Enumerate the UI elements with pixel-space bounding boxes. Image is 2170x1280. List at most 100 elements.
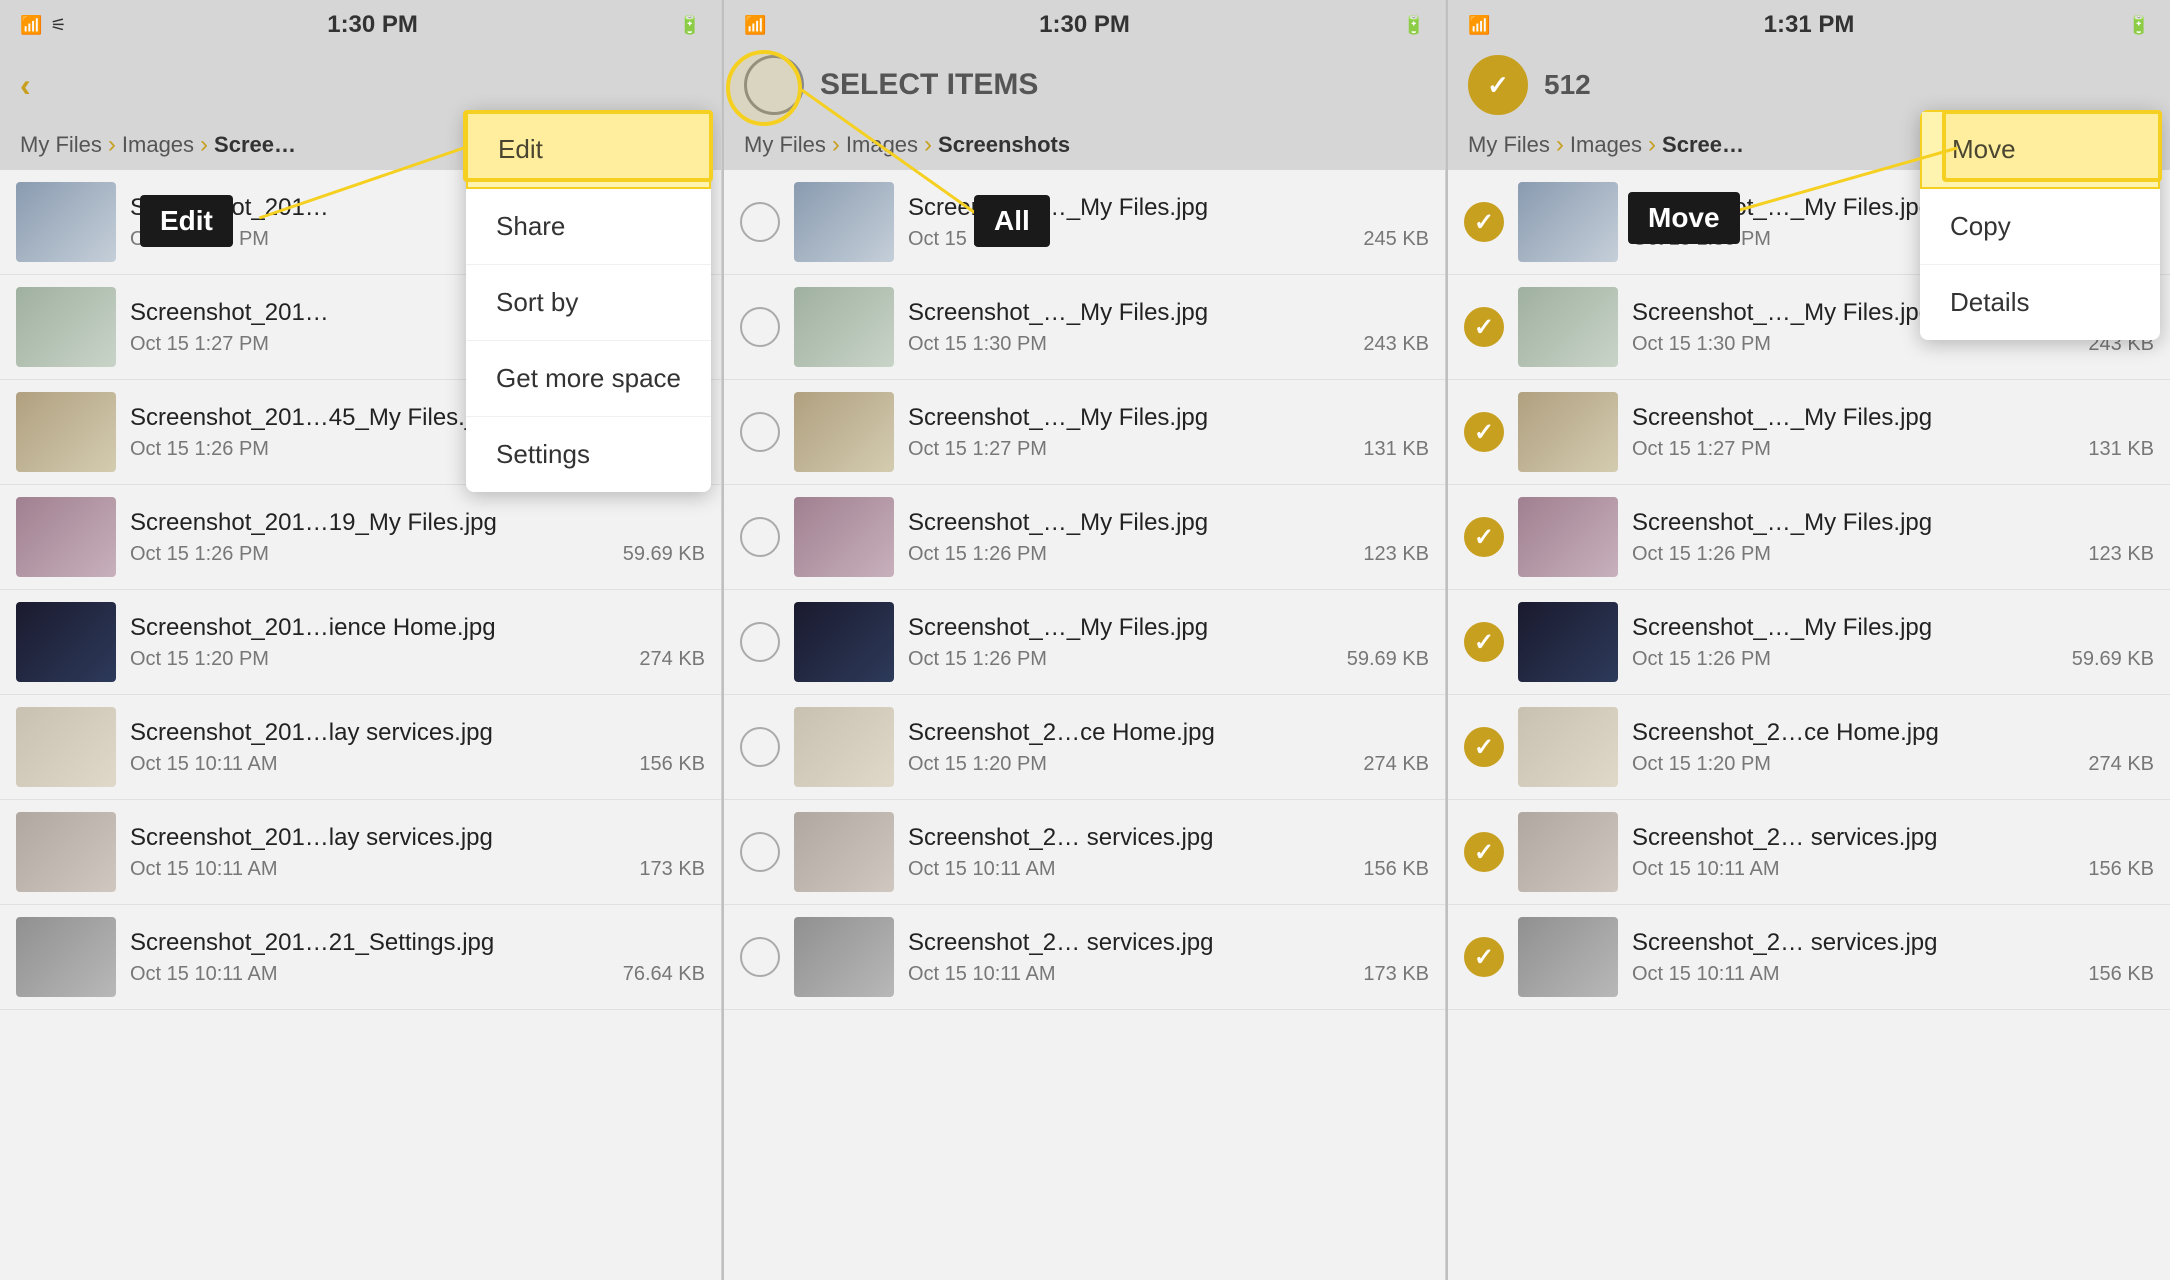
file-meta: Oct 15 1:20 PM274 KB: [130, 648, 705, 671]
menu-item-settings-label: Settings: [496, 439, 590, 469]
file-thumbnail: [794, 392, 894, 472]
list-item[interactable]: Screenshot_…_My Files.jpg Oct 15 1:26 PM…: [1448, 485, 2170, 590]
file-info: Screenshot_…_My Files.jpg Oct 15 1:27 PM…: [908, 404, 1429, 461]
list-item[interactable]: Screenshot_…_My Files.jpg Oct 15 1:26 PM…: [724, 590, 1445, 695]
list-item[interactable]: Screenshot_…_My Files.jpg Oct 15 1:27 PM…: [1448, 380, 2170, 485]
file-checkbox[interactable]: [740, 727, 780, 767]
list-item[interactable]: Screenshot_2…ce Home.jpg Oct 15 1:20 PM2…: [724, 695, 1445, 800]
list-item[interactable]: Screenshot_201…21_Settings.jpg Oct 15 10…: [0, 905, 721, 1010]
file-checkbox[interactable]: [740, 622, 780, 662]
list-item[interactable]: Screenshot_2… services.jpg Oct 15 10:11 …: [724, 800, 1445, 905]
breadcrumb-screenshots: Screenshots: [938, 132, 1070, 158]
file-info: Screenshot_…_My Files.jpg Oct 15 1:26 PM…: [908, 509, 1429, 566]
file-checkbox[interactable]: [740, 307, 780, 347]
file-thumbnail: [794, 287, 894, 367]
file-meta: Oct 15 1:20 PM274 KB: [908, 753, 1429, 776]
file-checkbox[interactable]: [740, 937, 780, 977]
file-checkbox[interactable]: [740, 832, 780, 872]
file-name: Screenshot_201…19_My Files.jpg: [130, 509, 705, 537]
status-icons-right-2: 🔋: [1403, 15, 1425, 36]
file-checkbox[interactable]: [1464, 307, 1504, 347]
list-item[interactable]: Screenshot_201…ience Home.jpg Oct 15 1:2…: [0, 590, 721, 695]
list-item[interactable]: Screenshot_201…lay services.jpg Oct 15 1…: [0, 800, 721, 905]
menu-item-sort[interactable]: Sort by: [466, 265, 711, 341]
highlight-all-label: All: [974, 195, 1050, 247]
file-info: Screenshot_…_My Files.jpg Oct 15 1:26 PM…: [908, 614, 1429, 671]
breadcrumb-2: My Files › Images › Screenshots: [724, 120, 1445, 170]
file-meta: Oct 15 10:11 AM156 KB: [1632, 963, 2154, 986]
file-meta: Oct 15 10:11 AM76.64 KB: [130, 963, 705, 986]
file-checkbox[interactable]: [1464, 622, 1504, 662]
menu-item-sort-label: Sort by: [496, 287, 578, 317]
list-item[interactable]: Screenshot_201…lay services.jpg Oct 15 1…: [0, 695, 721, 800]
highlight-all-box: [726, 50, 802, 126]
battery-icon-2: 🔋: [1403, 15, 1425, 36]
file-name: Screenshot_2… services.jpg: [1632, 929, 2154, 957]
list-item[interactable]: Screenshot_201…19_My Files.jpg Oct 15 1:…: [0, 485, 721, 590]
status-icons-left: 📶 ⚟: [20, 15, 67, 36]
menu-item-share-label: Share: [496, 211, 565, 241]
back-button[interactable]: ‹: [20, 67, 31, 104]
breadcrumb-images-2: Images: [846, 132, 918, 158]
file-checkbox[interactable]: [740, 412, 780, 452]
all-selector-p3[interactable]: ✓: [1468, 55, 1528, 115]
file-info: Screenshot_2…ce Home.jpg Oct 15 1:20 PM2…: [908, 719, 1429, 776]
file-info: Screenshot_2… services.jpg Oct 15 10:11 …: [1632, 929, 2154, 986]
status-bar-3: 📶 1:31 PM 🔋: [1448, 0, 2170, 50]
panel-3: 📶 1:31 PM 🔋 ✓ 512 My Files › Images › Sc…: [1448, 0, 2170, 1280]
file-checkbox[interactable]: [1464, 412, 1504, 452]
time-2: 1:30 PM: [1039, 11, 1130, 39]
file-thumbnail: [1518, 917, 1618, 997]
file-checkbox[interactable]: [1464, 517, 1504, 557]
file-thumbnail: [794, 917, 894, 997]
list-item[interactable]: Screenshot_…_My Files.jpg Oct 15 1:26 PM…: [724, 485, 1445, 590]
file-checkbox[interactable]: [1464, 937, 1504, 977]
file-info: Screenshot_…_My Files.jpg Oct 15 1:26 PM…: [1632, 614, 2154, 671]
select-title: SELECT ITEMS: [820, 68, 1038, 102]
wifi-icon: ⚟: [50, 15, 66, 36]
breadcrumb-current: Scree…: [214, 132, 296, 158]
highlight-move-box: [1942, 110, 2162, 182]
menu-item-details[interactable]: Details: [1920, 265, 2160, 340]
file-checkbox[interactable]: [740, 202, 780, 242]
battery-icon-3: 🔋: [2128, 15, 2150, 36]
file-info: Screenshot_2… services.jpg Oct 15 10:11 …: [908, 929, 1429, 986]
list-item[interactable]: Screenshot_2… services.jpg Oct 15 10:11 …: [724, 905, 1445, 1010]
file-meta: Oct 15 1:27 PM131 KB: [1632, 438, 2154, 461]
menu-item-details-label: Details: [1950, 287, 2029, 317]
file-checkbox[interactable]: [1464, 832, 1504, 872]
menu-item-settings[interactable]: Settings: [466, 417, 711, 492]
file-name: Screenshot_…_My Files.jpg: [908, 509, 1429, 537]
count-badge: 512: [1544, 69, 1591, 101]
menu-item-copy-label: Copy: [1950, 211, 2011, 241]
file-thumbnail: [1518, 497, 1618, 577]
sep1-3: ›: [1556, 131, 1564, 159]
file-thumbnail: [16, 287, 116, 367]
menu-item-share[interactable]: Share: [466, 189, 711, 265]
file-meta: Oct 15 1:26 PM59.69 KB: [1632, 648, 2154, 671]
list-item[interactable]: Screenshot_…_My Files.jpg Oct 15 1:27 PM…: [724, 380, 1445, 485]
file-info: Screenshot_…_My Files.jpg Oct 15 1:30 PM…: [908, 299, 1429, 356]
file-checkbox[interactable]: [1464, 202, 1504, 242]
list-item[interactable]: Screenshot_…_My Files.jpg Oct 15 1:30 PM…: [724, 275, 1445, 380]
file-name: Screenshot_…_My Files.jpg: [1632, 404, 2154, 432]
menu-item-copy[interactable]: Copy: [1920, 189, 2160, 265]
file-meta: Oct 15 10:11 AM156 KB: [1632, 858, 2154, 881]
breadcrumb-images: Images: [122, 132, 194, 158]
file-meta: Oct 15 1:26 PM59.69 KB: [908, 648, 1429, 671]
breadcrumb-current-3: Scree…: [1662, 132, 1744, 158]
file-list-2: Screenshot_…_My Files.jpg Oct 15 1:30 PM…: [724, 170, 1445, 1280]
list-item[interactable]: Screenshot_2… services.jpg Oct 15 10:11 …: [1448, 800, 2170, 905]
menu-item-space[interactable]: Get more space: [466, 341, 711, 417]
sep1-2: ›: [832, 131, 840, 159]
file-meta: Oct 15 1:27 PM131 KB: [908, 438, 1429, 461]
breadcrumb-myfiles-3: My Files: [1468, 132, 1550, 158]
file-thumbnail: [16, 392, 116, 472]
list-item[interactable]: Screenshot_…_My Files.jpg Oct 15 1:26 PM…: [1448, 590, 2170, 695]
list-item[interactable]: Screenshot_2… services.jpg Oct 15 10:11 …: [1448, 905, 2170, 1010]
list-item[interactable]: Screenshot_…_My Files.jpg Oct 15 1:30 PM…: [724, 170, 1445, 275]
file-checkbox[interactable]: [740, 517, 780, 557]
status-icons-right-3: 🔋: [2128, 15, 2150, 36]
file-checkbox[interactable]: [1464, 727, 1504, 767]
list-item[interactable]: Screenshot_2…ce Home.jpg Oct 15 1:20 PM2…: [1448, 695, 2170, 800]
